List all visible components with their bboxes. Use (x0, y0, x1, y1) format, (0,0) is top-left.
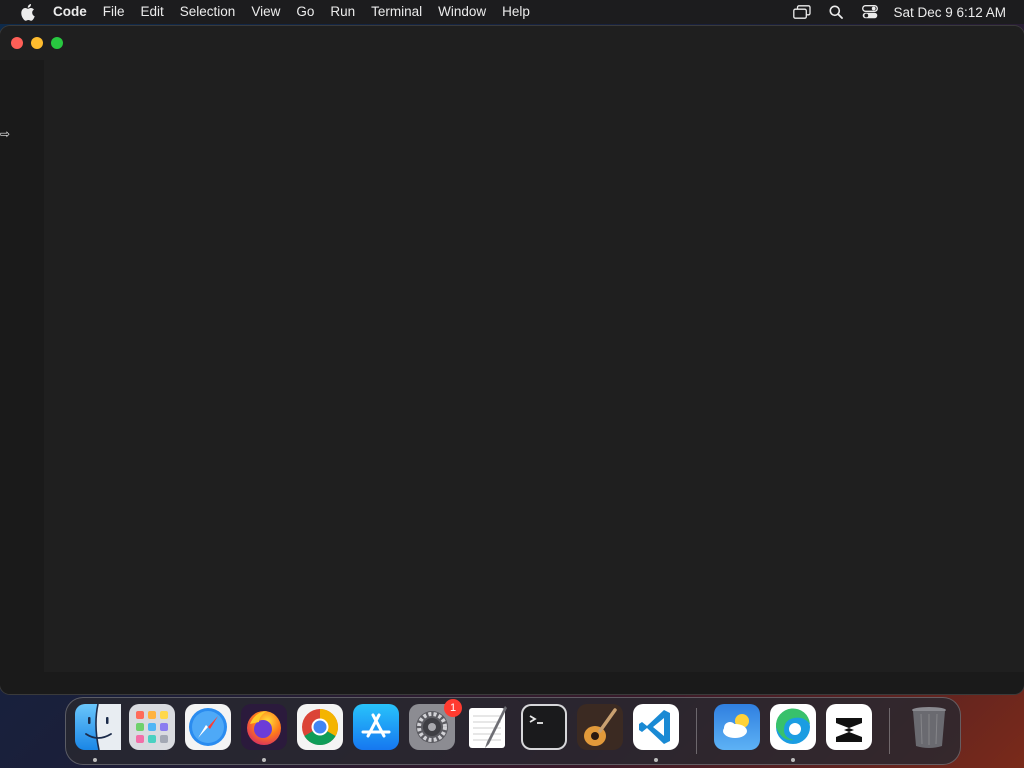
status-area: Sat Dec 9 6:12 AM (785, 0, 1024, 24)
dock-item-system-settings[interactable]: 1 (409, 699, 462, 750)
dock-item-firefox[interactable] (241, 704, 287, 750)
dock-item-vscode[interactable] (633, 704, 679, 750)
menu-edit[interactable]: Edit (133, 0, 172, 24)
textedit-icon (469, 706, 507, 748)
edge-icon (770, 704, 816, 750)
title-bar[interactable] (0, 26, 1024, 60)
dock-item-trash[interactable] (906, 704, 952, 750)
running-indicator (93, 758, 97, 762)
spotlight-search-icon[interactable] (825, 0, 847, 24)
apple-logo-icon[interactable] (17, 2, 37, 22)
dock-item-launchpad[interactable] (129, 704, 175, 750)
dock-item-terminal[interactable] (521, 704, 567, 750)
dock-item-textedit[interactable] (465, 704, 511, 750)
menu-help[interactable]: Help (494, 0, 538, 24)
running-indicator (654, 758, 658, 762)
menu-code[interactable]: Code (45, 0, 95, 24)
dock-item-finder[interactable] (75, 704, 121, 750)
menu-terminal[interactable]: Terminal (363, 0, 430, 24)
close-window-button[interactable] (11, 37, 23, 49)
launchpad-icon (129, 704, 175, 750)
safari-icon (185, 704, 231, 750)
dock-separator (696, 708, 697, 754)
menu-run[interactable]: Run (322, 0, 363, 24)
menu-view[interactable]: View (243, 0, 288, 24)
firefox-icon (241, 704, 287, 750)
vscode-window: ⇨ (0, 26, 1024, 694)
menu-selection[interactable]: Selection (172, 0, 244, 24)
maximize-window-button[interactable] (51, 37, 63, 49)
running-indicator (791, 758, 795, 762)
capcut-icon (826, 704, 872, 750)
menu-go[interactable]: Go (288, 0, 322, 24)
weather-icon (714, 704, 760, 750)
control-center-icon[interactable] (859, 0, 881, 24)
dock-item-capcut[interactable] (826, 704, 872, 750)
dock: 1 (65, 697, 961, 765)
activity-bar (0, 60, 44, 672)
garageband-icon (577, 704, 623, 750)
terminal-icon (521, 704, 567, 750)
menu-bar: Code File Edit Selection View Go Run Ter… (0, 0, 1024, 24)
dock-item-garageband[interactable] (577, 704, 623, 750)
trash-icon (912, 707, 946, 748)
editor-area[interactable] (44, 60, 1024, 672)
vscode-icon (633, 704, 679, 750)
running-indicator (262, 758, 266, 762)
notification-badge: 1 (444, 699, 462, 717)
chrome-icon (297, 704, 343, 750)
dock-separator (889, 708, 890, 754)
finder-icon (75, 704, 121, 750)
screen-mirroring-icon[interactable] (791, 0, 813, 24)
dock-item-safari[interactable] (185, 704, 231, 750)
pointer-cursor-icon: ⇨ (0, 127, 11, 141)
app-store-icon (353, 704, 399, 750)
dock-item-edge[interactable] (770, 704, 816, 750)
menu-bar-clock[interactable]: Sat Dec 9 6:12 AM (887, 5, 1024, 20)
status-bar (0, 672, 1024, 694)
menu-file[interactable]: File (95, 0, 133, 24)
minimize-window-button[interactable] (31, 37, 43, 49)
dock-item-app-store[interactable] (353, 704, 399, 750)
dock-item-chrome[interactable] (297, 704, 343, 750)
dock-item-weather[interactable] (714, 704, 760, 750)
menu-window[interactable]: Window (430, 0, 494, 24)
